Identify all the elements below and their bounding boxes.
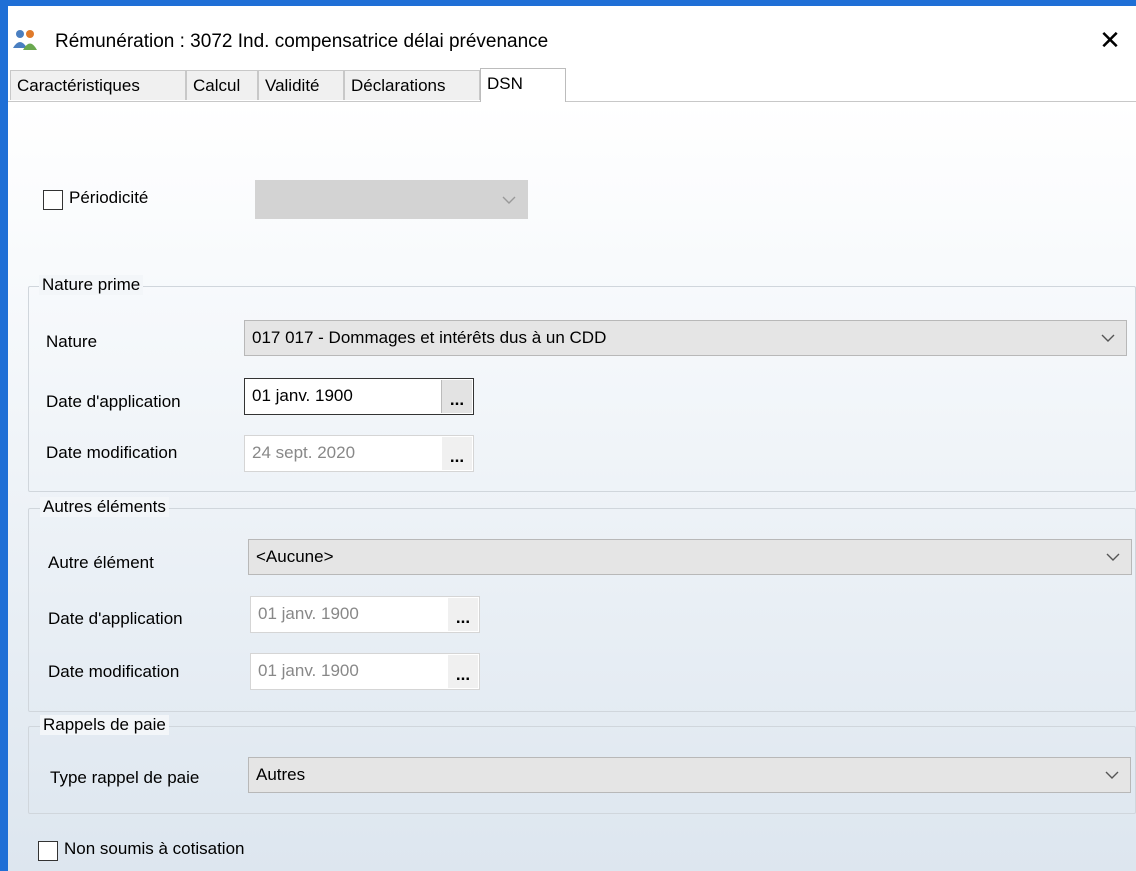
periodicite-checkbox[interactable] — [43, 190, 63, 210]
nature-date-application-input[interactable]: 01 janv. 1900 ... — [244, 378, 474, 415]
close-button[interactable]: ✕ — [1096, 26, 1124, 54]
nature-label: Nature — [46, 332, 98, 351]
non-soumis-label: Non soumis à cotisation — [64, 839, 245, 858]
chevron-down-icon — [1101, 334, 1115, 342]
autres-date-modification-value: 01 janv. 1900 — [258, 661, 359, 680]
type-rappel-value: Autres — [256, 765, 306, 784]
nature-date-modification-picker-button[interactable]: ... — [442, 437, 472, 470]
rappels-de-paie-title: Rappels de paie — [40, 715, 169, 735]
window-left-border — [0, 0, 8, 871]
autres-date-application-value: 01 janv. 1900 — [258, 604, 359, 623]
nature-date-modification-value: 24 sept. 2020 — [252, 443, 356, 462]
nature-date-modification-label: Date modification — [46, 443, 178, 462]
nature-date-application-value: 01 janv. 1900 — [252, 386, 353, 405]
periodicite-label: Périodicité — [69, 188, 149, 207]
autres-date-modification-label: Date modification — [48, 662, 180, 681]
nature-date-application-picker-button[interactable]: ... — [441, 380, 472, 413]
type-rappel-label: Type rappel de paie — [50, 768, 200, 787]
nature-date-application-label: Date d'application — [46, 392, 181, 411]
autre-element-select[interactable]: <Aucune> — [248, 539, 1132, 575]
autres-date-modification-picker-button[interactable]: ... — [448, 655, 478, 688]
non-soumis-checkbox[interactable] — [38, 841, 58, 861]
chevron-down-icon — [1106, 553, 1120, 561]
autre-element-value: <Aucune> — [256, 547, 334, 566]
nature-prime-group — [28, 286, 1136, 492]
tab-dsn[interactable]: DSN — [480, 68, 566, 102]
autres-date-application-label: Date d'application — [48, 609, 183, 628]
periodicite-select[interactable] — [255, 180, 528, 219]
chevron-down-icon — [502, 196, 516, 204]
chevron-down-icon — [1105, 771, 1119, 779]
nature-prime-title: Nature prime — [39, 275, 144, 295]
autres-date-modification-input[interactable]: 01 janv. 1900 ... — [250, 653, 480, 690]
nature-select[interactable]: 017 017 - Dommages et intérêts dus à un … — [244, 320, 1127, 356]
dsn-panel: Périodicité Nature prime Nature 017 017 … — [8, 102, 1136, 871]
tab-strip: Caractéristiques Calcul Validité Déclara… — [8, 68, 1136, 102]
nature-date-modification-input[interactable]: 24 sept. 2020 ... — [244, 435, 474, 472]
nature-value: 017 017 - Dommages et intérêts dus à un … — [252, 328, 607, 347]
tab-declarations[interactable]: Déclarations — [344, 70, 480, 100]
type-rappel-select[interactable]: Autres — [248, 757, 1131, 793]
tab-validite[interactable]: Validité — [258, 70, 344, 100]
window-title: Rémunération : 3072 Ind. compensatrice d… — [55, 31, 549, 52]
autres-date-application-picker-button[interactable]: ... — [448, 598, 478, 631]
user-pay-icon — [13, 30, 37, 50]
autres-date-application-input[interactable]: 01 janv. 1900 ... — [250, 596, 480, 633]
tab-calcul[interactable]: Calcul — [186, 70, 258, 100]
autre-element-label: Autre élément — [48, 553, 154, 572]
tab-caracteristiques[interactable]: Caractéristiques — [10, 70, 186, 100]
autres-elements-title: Autres éléments — [40, 497, 169, 517]
